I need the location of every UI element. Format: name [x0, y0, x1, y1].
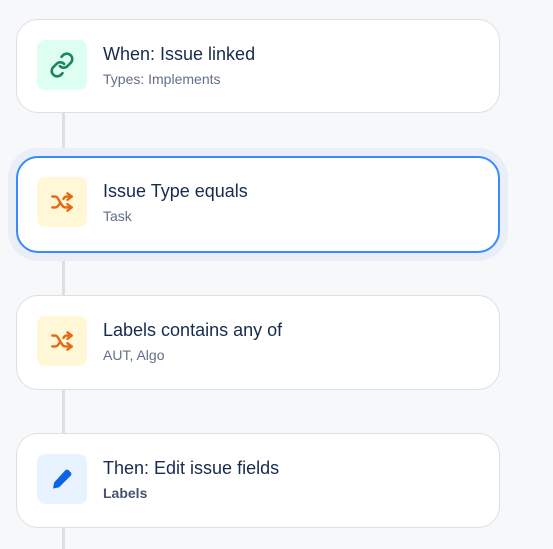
action-icon-box: [37, 454, 87, 504]
connector-line: [62, 112, 65, 158]
condition-title: Issue Type equals: [103, 181, 248, 201]
condition-icon-box: [37, 177, 87, 227]
connector-line: [62, 252, 65, 297]
action-subtitle: Labels: [103, 485, 148, 501]
condition-text: Labels contains any of AUT, Algo: [103, 318, 282, 364]
connector-line: [62, 527, 65, 549]
action-text: Then: Edit issue fields Labels: [103, 456, 279, 502]
trigger-title: When: Issue linked: [103, 44, 256, 64]
link-icon: [50, 52, 74, 78]
condition-subtitle: Task: [103, 208, 132, 224]
shuffle-icon: [51, 331, 73, 351]
action-title: Then: Edit issue fields: [103, 458, 280, 478]
rule-builder-canvas: When: Issue linked Types: Implements Iss…: [0, 0, 553, 549]
trigger-card[interactable]: When: Issue linked Types: Implements: [16, 19, 500, 113]
condition-card-labels[interactable]: Labels contains any of AUT, Algo: [16, 295, 500, 390]
condition-card-issue-type[interactable]: Issue Type equals Task: [16, 156, 500, 253]
trigger-subtitle: Types: Implements: [103, 71, 221, 87]
shuffle-icon: [51, 192, 73, 212]
action-card[interactable]: Then: Edit issue fields Labels: [16, 433, 500, 528]
condition-title: Labels contains any of: [103, 320, 283, 340]
condition-text: Issue Type equals Task: [103, 179, 248, 225]
trigger-icon-box: [37, 40, 87, 90]
trigger-text: When: Issue linked Types: Implements: [103, 42, 255, 88]
condition-icon-box: [37, 316, 87, 366]
pencil-icon: [53, 469, 72, 489]
connector-line: [62, 389, 65, 435]
condition-subtitle: AUT, Algo: [103, 347, 165, 363]
